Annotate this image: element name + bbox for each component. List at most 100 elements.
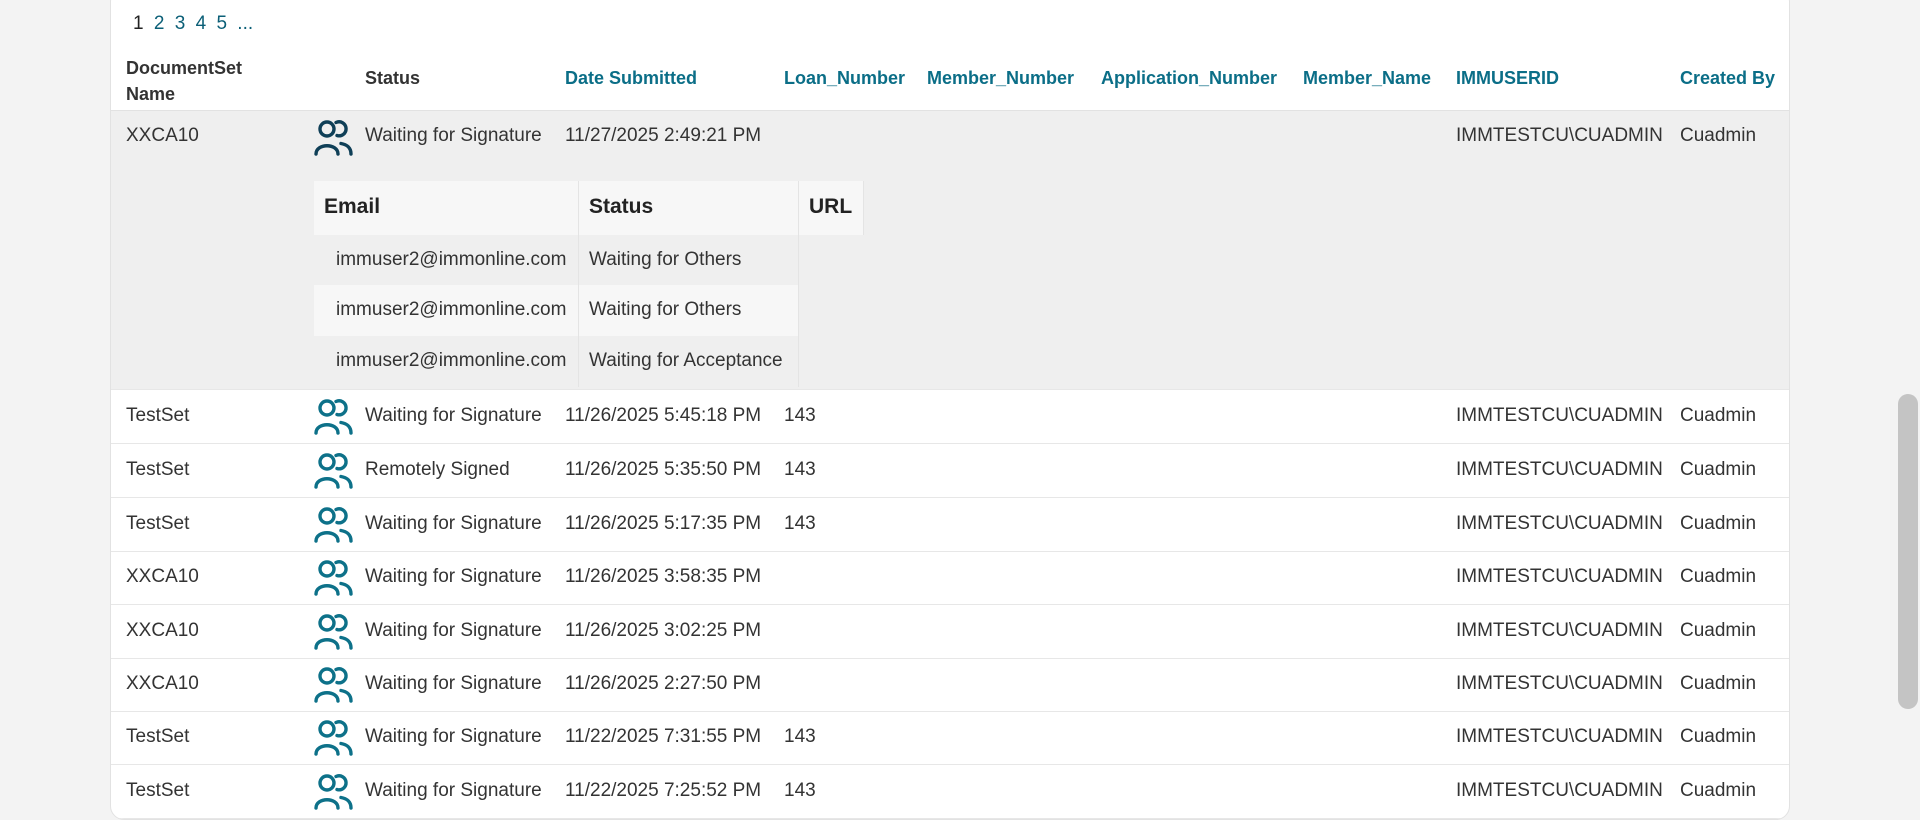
table-row[interactable]: TestSet Waiting for Signature 11/26/2025… <box>111 498 1789 552</box>
cell-documentset-name: XXCA10 <box>126 673 199 694</box>
table-row[interactable]: TestSet Waiting for Signature 11/22/2025… <box>111 765 1789 819</box>
header-created-by[interactable]: Created By <box>1680 68 1775 89</box>
page-link-more[interactable]: ... <box>237 13 253 34</box>
cell-immuserid: IMMTESTCU\CUADMIN <box>1456 405 1663 426</box>
cell-created-by: Cuadmin <box>1680 405 1757 426</box>
cell-status: Waiting for Signature <box>365 620 542 641</box>
cell-immuserid: IMMTESTCU\CUADMIN <box>1456 459 1663 480</box>
cell-date-submitted: 11/27/2025 2:49:21 PM <box>565 125 762 146</box>
cell-date-submitted: 11/26/2025 2:27:50 PM <box>565 673 762 694</box>
detail-divider <box>578 181 579 387</box>
cell-status: Remotely Signed <box>365 459 510 480</box>
detail-email: immuser2@immonline.com <box>336 299 567 320</box>
signers-icon[interactable] <box>314 611 354 651</box>
detail-header-url: URL <box>799 181 864 235</box>
pagination: 1 2 3 4 5 ... <box>133 13 258 35</box>
cell-documentset-name: TestSet <box>126 780 190 801</box>
cell-documentset-name: XXCA10 <box>126 566 199 587</box>
cell-status: Waiting for Signature <box>365 513 542 534</box>
cell-documentset-name: XXCA10 <box>126 620 199 641</box>
cell-date-submitted: 11/22/2025 7:25:52 PM <box>565 780 762 801</box>
cell-created-by: Cuadmin <box>1680 566 1757 587</box>
cell-immuserid: IMMTESTCU\CUADMIN <box>1456 513 1663 534</box>
cell-created-by: Cuadmin <box>1680 513 1757 534</box>
page-link-4[interactable]: 4 <box>196 13 207 34</box>
header-application-number[interactable]: Application_Number <box>1101 68 1277 89</box>
page-link-1[interactable]: 1 <box>133 13 144 34</box>
documentset-grid: 1 2 3 4 5 ... DocumentSet Name Status Da… <box>110 0 1790 820</box>
signers-icon[interactable] <box>314 396 354 436</box>
cell-created-by: Cuadmin <box>1680 459 1757 480</box>
header-date-submitted[interactable]: Date Submitted <box>565 68 697 89</box>
table-row[interactable]: XXCA10 Waiting for Signature 11/26/2025 … <box>111 658 1789 712</box>
cell-documentset-name: TestSet <box>126 459 190 480</box>
signers-icon[interactable] <box>314 504 354 544</box>
page-link-5[interactable]: 5 <box>216 13 227 34</box>
cell-immuserid: IMMTESTCU\CUADMIN <box>1456 125 1663 146</box>
header-member-name[interactable]: Member_Name <box>1303 68 1431 89</box>
page-link-3[interactable]: 3 <box>175 13 186 34</box>
detail-row: immuser2@immonline.com Waiting for Accep… <box>314 336 798 387</box>
cell-status: Waiting for Signature <box>365 566 542 587</box>
detail-header-status-label: Status <box>589 195 654 218</box>
cell-date-submitted: 11/26/2025 5:17:35 PM <box>565 513 762 534</box>
cell-created-by: Cuadmin <box>1680 673 1757 694</box>
cell-date-submitted: 11/26/2025 3:58:35 PM <box>565 566 762 587</box>
cell-date-submitted: 11/26/2025 3:02:25 PM <box>565 620 762 641</box>
cell-status: Waiting for Signature <box>365 125 542 146</box>
signers-icon[interactable] <box>314 664 354 704</box>
cell-created-by: Cuadmin <box>1680 620 1757 641</box>
cell-status: Waiting for Signature <box>365 726 542 747</box>
header-member-number[interactable]: Member_Number <box>927 68 1074 89</box>
scrollbar-thumb[interactable] <box>1898 394 1918 709</box>
cell-documentset-name: TestSet <box>126 405 190 426</box>
signers-icon[interactable] <box>314 117 354 157</box>
cell-immuserid: IMMTESTCU\CUADMIN <box>1456 673 1663 694</box>
cell-loan-number: 143 <box>784 459 816 480</box>
page-link-2[interactable]: 2 <box>154 13 165 34</box>
table-row[interactable]: XXCA10 Waiting for Signature 11/26/2025 … <box>111 551 1789 605</box>
cell-loan-number: 143 <box>784 726 816 747</box>
grid-header: DocumentSet Name Status Date Submitted L… <box>111 51 1789 111</box>
header-documentset-name: DocumentSet Name <box>126 58 243 104</box>
table-row[interactable]: XXCA10 Waiting for Signature 11/26/2025 … <box>111 605 1789 659</box>
cell-created-by: Cuadmin <box>1680 726 1757 747</box>
cell-created-by: Cuadmin <box>1680 125 1757 146</box>
detail-status: Waiting for Acceptance <box>589 350 783 371</box>
detail-status: Waiting for Others <box>589 299 742 320</box>
signers-icon[interactable] <box>314 717 354 757</box>
vertical-scrollbar[interactable] <box>1898 0 1920 800</box>
table-row[interactable]: TestSet Waiting for Signature 11/22/2025… <box>111 711 1789 765</box>
cell-loan-number: 143 <box>784 513 816 534</box>
cell-status: Waiting for Signature <box>365 405 542 426</box>
detail-header-status: Status <box>579 181 799 235</box>
signers-icon[interactable] <box>314 771 354 811</box>
detail-header-email: Email <box>314 181 579 235</box>
detail-status: Waiting for Others <box>589 249 742 270</box>
cell-immuserid: IMMTESTCU\CUADMIN <box>1456 566 1663 587</box>
signers-icon[interactable] <box>314 557 354 597</box>
cell-loan-number: 143 <box>784 780 816 801</box>
cell-documentset-name: XXCA10 <box>126 125 199 146</box>
cell-documentset-name: TestSet <box>126 726 190 747</box>
detail-email: immuser2@immonline.com <box>336 249 567 270</box>
detail-row: immuser2@immonline.com Waiting for Other… <box>314 235 798 286</box>
detail-row: immuser2@immonline.com Waiting for Other… <box>314 285 798 336</box>
header-immuserid[interactable]: IMMUSERID <box>1456 68 1559 89</box>
cell-immuserid: IMMTESTCU\CUADMIN <box>1456 620 1663 641</box>
cell-date-submitted: 11/26/2025 5:45:18 PM <box>565 405 762 426</box>
table-row[interactable]: TestSet Waiting for Signature 11/26/2025… <box>111 390 1789 444</box>
cell-immuserid: IMMTESTCU\CUADMIN <box>1456 780 1663 801</box>
detail-header-url-label: URL <box>809 195 853 218</box>
signer-detail-table: Email Status URL immuser2@immonline.com … <box>314 181 864 387</box>
table-row-expanded[interactable]: XXCA10 Waiting for Signature 11/27/2025 … <box>111 111 1789 390</box>
cell-immuserid: IMMTESTCU\CUADMIN <box>1456 726 1663 747</box>
cell-loan-number: 143 <box>784 405 816 426</box>
cell-date-submitted: 11/22/2025 7:31:55 PM <box>565 726 762 747</box>
signers-icon[interactable] <box>314 450 354 490</box>
table-row[interactable]: TestSet Remotely Signed 11/26/2025 5:35:… <box>111 444 1789 498</box>
detail-header-email-label: Email <box>324 195 381 218</box>
header-loan-number[interactable]: Loan_Number <box>784 68 905 89</box>
cell-created-by: Cuadmin <box>1680 780 1757 801</box>
header-status: Status <box>365 68 421 88</box>
